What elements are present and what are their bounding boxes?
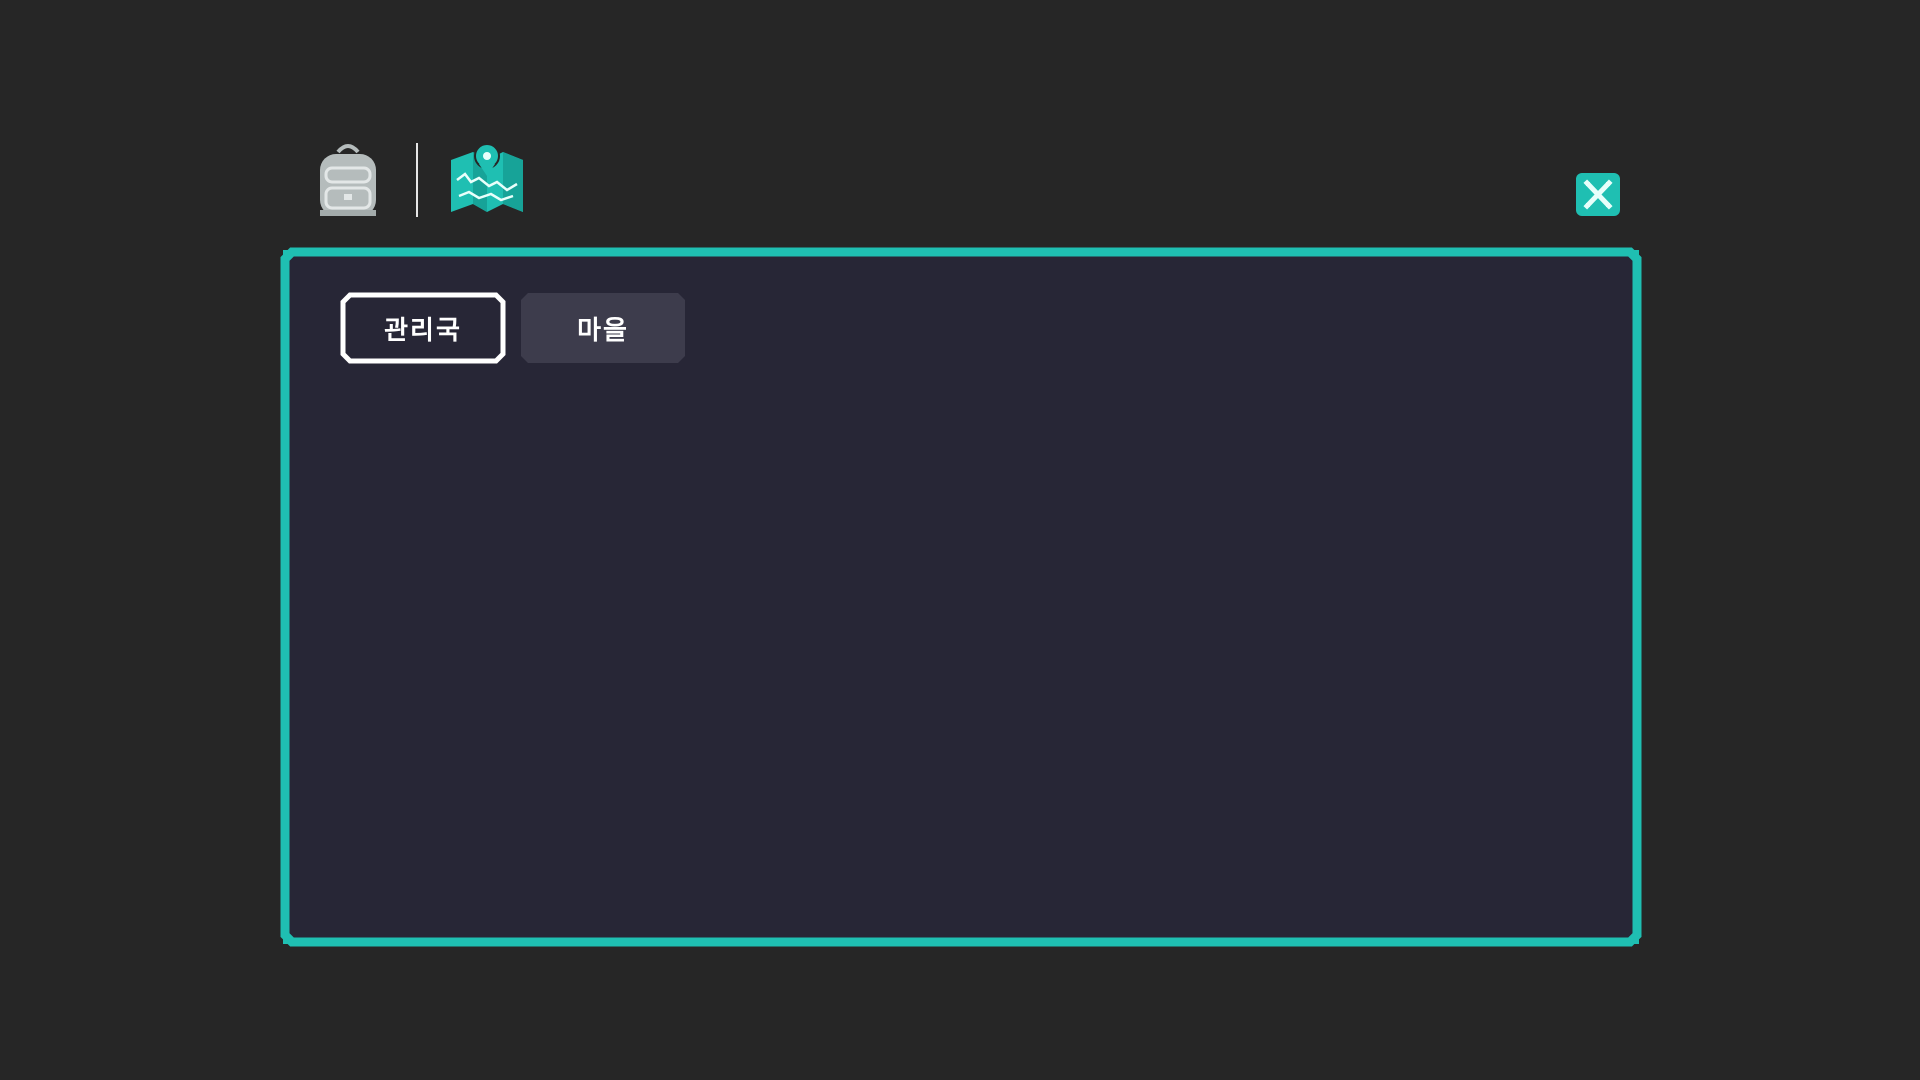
close-button[interactable]	[1574, 171, 1622, 218]
game-ui-screen: 관리국 마을	[0, 0, 1920, 1080]
tab-village-label: 마을	[577, 315, 629, 346]
toolbar-divider	[416, 143, 418, 217]
tab-village[interactable]: 마을	[520, 292, 686, 364]
tab-management-office-label: 관리국	[384, 315, 462, 346]
inventory-tab[interactable]	[316, 140, 380, 220]
map-icon	[451, 143, 523, 212]
tab-management-office[interactable]: 관리국	[340, 292, 506, 364]
close-icon	[1576, 173, 1620, 216]
map-tab[interactable]	[449, 142, 525, 216]
backpack-icon	[320, 144, 376, 216]
